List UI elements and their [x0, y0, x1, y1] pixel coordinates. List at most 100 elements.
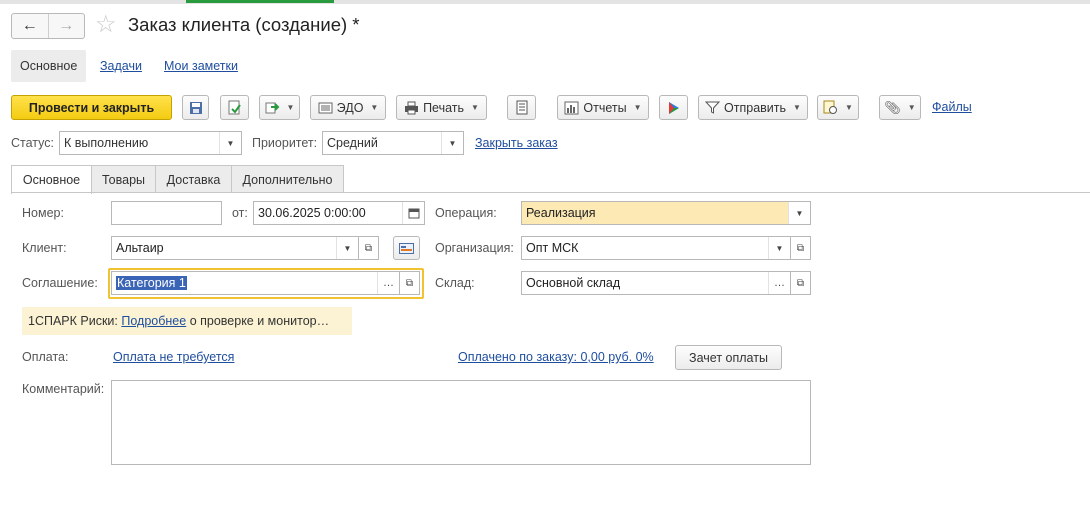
priority-value: Средний	[327, 136, 378, 150]
agreement-value-wrap: Категория 1	[112, 276, 377, 290]
tab-additional[interactable]: Дополнительно	[231, 165, 344, 193]
dropdown-arrow-icon: ▼	[633, 103, 642, 112]
organization-open-icon[interactable]: ⧉	[790, 236, 811, 260]
spark-risks-banner: 1СПАРК Риски: Подробнее о проверке и мон…	[22, 307, 352, 335]
save-icon	[189, 101, 202, 114]
active-window-indicator	[186, 0, 334, 3]
date-field[interactable]: 30.06.2025 0:00:00	[253, 201, 425, 225]
reports-button[interactable]: Отчеты ▼	[557, 95, 649, 120]
warehouse-open-icon[interactable]: ⧉	[790, 271, 811, 295]
dropdown-arrow-icon[interactable]: ▼	[219, 132, 241, 154]
document-list-icon	[516, 100, 527, 115]
send-button[interactable]: Отправить ▼	[698, 95, 808, 120]
warehouse-label: Склад:	[435, 276, 475, 290]
payment-link[interactable]: Оплата не требуется	[113, 350, 234, 364]
client-card-icon	[399, 242, 414, 254]
offset-payment-button[interactable]: Зачет оплаты	[675, 345, 782, 370]
client-label: Клиент:	[22, 241, 67, 255]
nav-buttons: ← →	[11, 13, 85, 39]
document-settings-icon	[823, 100, 838, 114]
send-app-button[interactable]	[659, 95, 688, 120]
number-label: Номер:	[22, 206, 64, 220]
select-ellipsis-icon[interactable]: …	[377, 272, 399, 294]
status-select[interactable]: К выполнению ▼	[59, 131, 242, 155]
warehouse-value: Основной склад	[526, 276, 621, 290]
date-value: 30.06.2025 0:00:00	[258, 206, 366, 220]
operation-value: Реализация	[526, 206, 596, 220]
dropdown-arrow-icon: ▼	[286, 103, 295, 112]
play-colored-icon	[668, 101, 679, 114]
dropdown-arrow-icon[interactable]: ▼	[788, 202, 810, 224]
status-value: К выполнению	[64, 136, 149, 150]
agreement-value: Категория 1	[116, 276, 187, 290]
client-card-button[interactable]	[393, 236, 420, 260]
tab-main[interactable]: Основное	[11, 165, 92, 194]
spark-text: о проверке и монитор…	[189, 314, 330, 328]
status-label: Статус:	[11, 136, 54, 150]
edo-label: ЭДО	[336, 100, 364, 115]
page-title: Заказ клиента (создание) *	[128, 14, 360, 35]
favorite-star-icon[interactable]: ☆	[95, 12, 117, 38]
organization-field[interactable]: Опт МСК ▼	[521, 236, 791, 260]
post-button[interactable]	[220, 95, 249, 120]
create-based-icon	[265, 102, 279, 114]
operation-select[interactable]: Реализация ▼	[521, 201, 811, 225]
post-document-icon	[228, 100, 241, 115]
agreement-label: Соглашение:	[22, 276, 98, 290]
dropdown-arrow-icon: ▼	[370, 103, 379, 112]
attach-document-button[interactable]: ▼	[817, 95, 859, 120]
spark-details-link[interactable]: Подробнее	[121, 314, 186, 328]
organization-value: Опт МСК	[526, 241, 579, 255]
save-button[interactable]	[182, 95, 209, 120]
tab-delivery[interactable]: Доставка	[155, 165, 232, 193]
payment-label: Оплата:	[22, 350, 69, 364]
priority-label: Приоритет:	[252, 136, 318, 150]
dropdown-arrow-icon[interactable]: ▼	[336, 237, 358, 259]
reports-icon	[564, 101, 579, 114]
client-open-icon[interactable]: ⧉	[358, 236, 379, 260]
funnel-send-icon	[705, 101, 721, 114]
post-and-close-button[interactable]: Провести и закрыть	[11, 95, 172, 120]
client-field[interactable]: Альтаир ▼	[111, 236, 359, 260]
print-label: Печать	[423, 100, 465, 115]
subnav-notes[interactable]: Мои заметки	[155, 50, 247, 82]
dropdown-arrow-icon: ▼	[845, 103, 853, 112]
paperclip-icon: 📎︎	[884, 100, 901, 115]
print-button[interactable]: Печать ▼	[396, 95, 487, 120]
paid-amount-link[interactable]: Оплачено по заказу: 0,00 руб. 0%	[458, 350, 654, 364]
back-button[interactable]: ←	[12, 14, 48, 38]
top-strip	[0, 0, 1090, 4]
dropdown-arrow-icon: ▼	[471, 103, 479, 112]
agreement-open-icon[interactable]: ⧉	[399, 271, 420, 295]
date-label: от:	[232, 206, 248, 220]
subnav-main[interactable]: Основное	[11, 50, 87, 82]
number-field[interactable]	[111, 201, 222, 225]
subnav-tasks[interactable]: Задачи	[91, 50, 151, 82]
dropdown-arrow-icon[interactable]: ▼	[768, 237, 790, 259]
dropdown-arrow-icon[interactable]: ▼	[441, 132, 463, 154]
select-ellipsis-icon[interactable]: …	[768, 272, 790, 294]
dropdown-arrow-icon: ▼	[907, 103, 916, 112]
tab-goods[interactable]: Товары	[91, 165, 156, 193]
comment-label: Комментарий:	[22, 382, 105, 396]
operation-label: Операция:	[435, 206, 497, 220]
spark-prefix: 1СПАРК Риски:	[28, 314, 118, 328]
files-link[interactable]: Файлы	[932, 100, 972, 114]
tabs-divider	[11, 192, 1090, 193]
forward-button[interactable]: →	[47, 14, 85, 38]
send-label: Отправить	[724, 100, 787, 115]
edo-button[interactable]: ЭДО ▼	[310, 95, 386, 120]
priority-select[interactable]: Средний ▼	[322, 131, 464, 155]
comment-textarea[interactable]	[111, 380, 811, 465]
organization-label: Организация:	[435, 241, 514, 255]
printer-icon	[405, 101, 419, 114]
edo-icon	[318, 102, 333, 113]
attachments-button[interactable]: 📎︎ ▼	[879, 95, 921, 120]
agreement-field[interactable]: Категория 1 …	[111, 271, 400, 295]
calendar-icon[interactable]	[402, 202, 424, 224]
warehouse-field[interactable]: Основной склад …	[521, 271, 791, 295]
structure-button[interactable]	[507, 95, 536, 120]
close-order-link[interactable]: Закрыть заказ	[475, 136, 558, 150]
create-based-on-button[interactable]: ▼	[259, 95, 300, 120]
reports-label: Отчеты	[583, 100, 627, 115]
